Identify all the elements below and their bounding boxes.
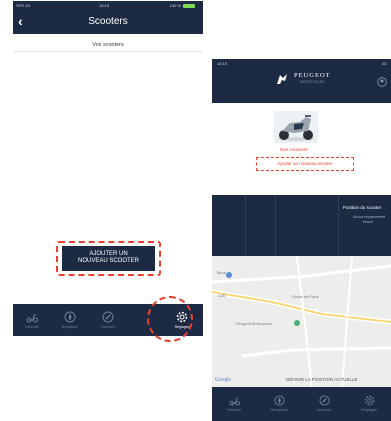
map-label: Tours: [216, 270, 226, 275]
scooter-icon: [26, 314, 38, 323]
tab-navigation[interactable]: Navigation: [51, 304, 89, 336]
tab-label: Véhicule: [25, 325, 39, 329]
page-title: Scooters: [88, 16, 128, 27]
tab-vehicle[interactable]: Véhicule: [212, 387, 256, 421]
lion-logo-icon: [277, 74, 287, 84]
wrench-icon: [318, 395, 330, 406]
user-icon[interactable]: [377, 77, 387, 87]
highlight-frame: [256, 157, 354, 171]
scooter-image: [274, 111, 318, 143]
gear-icon: [364, 395, 374, 406]
tab-label: Services: [101, 325, 115, 329]
position-subtitle: trouvé: [363, 220, 373, 224]
cell-divider: [245, 195, 246, 256]
map-label: Peugeot Motocycles: [236, 321, 273, 326]
map-view[interactable]: Tours D36 Route de Paris Peugeot Motocyc…: [212, 256, 391, 387]
carrier-text: SFR 4G: [16, 3, 31, 8]
cell-divider: [275, 195, 276, 256]
map-label: Route de Paris: [292, 294, 319, 299]
info-panel: Position du scooter Aucun emplacement tr…: [212, 195, 391, 256]
position-subtitle: Aucun emplacement: [353, 215, 385, 219]
brand-subtitle: MOTOCYCLES: [300, 80, 325, 84]
tab-label: Véhicule: [226, 408, 242, 412]
signal-text: 4G: [381, 61, 387, 66]
tab-services[interactable]: Services: [89, 304, 127, 336]
connection-status: Non connecté: [280, 147, 308, 152]
tab-bar: Véhicule Navigation Services Réglages: [212, 387, 391, 421]
brand-name: PEUGEOT: [294, 72, 331, 79]
battery-icon: [183, 4, 195, 8]
scooter-icon: [228, 398, 240, 406]
wrench-icon: [102, 311, 114, 323]
compass-icon: [64, 311, 76, 323]
status-bar: 15:10 4G: [212, 59, 391, 69]
highlight-frame: [56, 241, 161, 276]
tab-vehicle[interactable]: Véhicule: [13, 304, 51, 336]
clock-text: 15:10: [217, 61, 228, 66]
map-attribution: Google: [215, 377, 232, 383]
tab-settings[interactable]: Réglages: [347, 387, 391, 421]
clock-text: 15:15: [99, 3, 110, 8]
set-position-button[interactable]: DÉFINIR LA POSITION ACTUELLE: [286, 377, 358, 382]
tab-label: Réglages: [360, 408, 378, 412]
status-bar: SFR 4G 15:15 100 %: [13, 1, 203, 10]
settings-highlight-circle: [147, 296, 193, 342]
tutorial-composite: SFR 4G 15:15 100 % ‹ Scooters Vos scoote…: [0, 0, 391, 421]
compass-icon: [273, 395, 285, 406]
map-label: D36: [218, 293, 226, 298]
scooters-screen: SFR 4G 15:15 100 % ‹ Scooters Vos scoote…: [13, 1, 203, 336]
section-title: Vos scooters: [13, 38, 203, 52]
tab-label: Services: [316, 408, 332, 412]
app-header: 15:10 4G PEUGEOT MOTOCYCLES: [212, 59, 391, 103]
tab-label: Navigation: [61, 325, 79, 329]
home-screen: 15:10 4G PEUGEOT MOTOCYCLES Non connecté…: [212, 59, 391, 421]
position-title: Position du scooter: [343, 205, 382, 210]
scooter-list-area: Vos scooters AJOUTER UN NOUVEAU SCOOTER: [13, 34, 203, 304]
cell-divider: [338, 195, 339, 256]
nav-bar: ‹ Scooters: [13, 10, 203, 34]
tab-navigation[interactable]: Navigation: [257, 387, 301, 421]
battery-text: 100 %: [169, 3, 181, 8]
tab-label: Navigation: [270, 408, 288, 412]
tab-services[interactable]: Services: [302, 387, 346, 421]
